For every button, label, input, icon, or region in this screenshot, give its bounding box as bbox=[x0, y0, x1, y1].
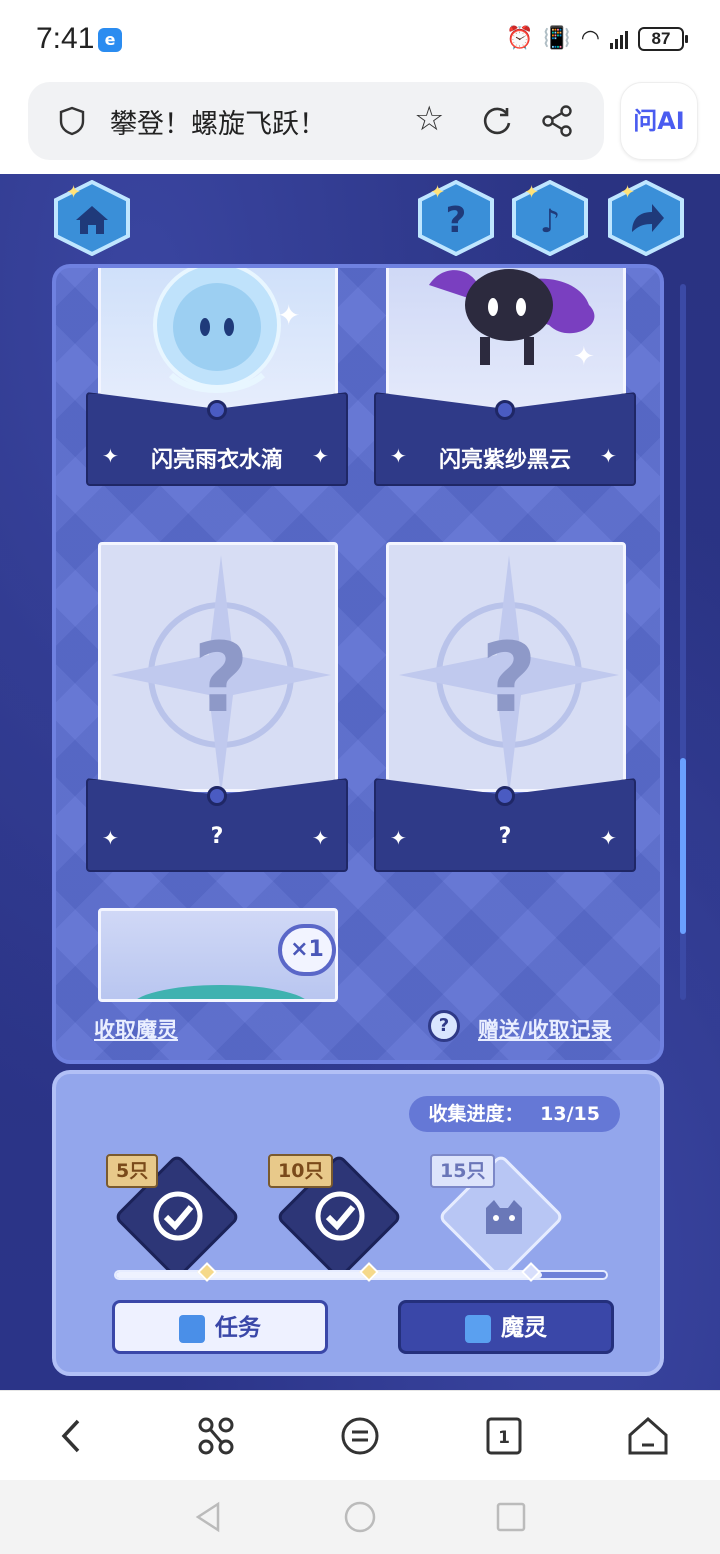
card-dot bbox=[495, 400, 515, 420]
browser-toolbar: 1 bbox=[0, 1390, 720, 1480]
status-time: 7:41 bbox=[36, 22, 95, 55]
game-viewport: ✦ ? ✦ ♪ ✦ ✦ ✦ ✦ ✦ 闪亮雨衣水滴 ✦ ✦ ✦ 闪亮紫纱黑云 ? … bbox=[0, 174, 720, 1390]
gift-record-link[interactable]: 赠送/收取记录 bbox=[478, 1014, 612, 1044]
status-bar: 7:41 e ⏰ 📳 ◠ 87 bbox=[0, 0, 720, 80]
reload-icon[interactable] bbox=[480, 104, 514, 138]
task-doc-icon bbox=[179, 1314, 205, 1343]
progress-badge: 收集进度： 13/15 bbox=[408, 1096, 620, 1132]
progress-label: 收集进度： bbox=[428, 1103, 524, 1125]
home-button[interactable]: ✦ bbox=[52, 179, 132, 257]
spirit-button-label: 魔灵 bbox=[501, 1315, 547, 1341]
music-button[interactable]: ♪ ✦ bbox=[510, 179, 590, 257]
check-icon bbox=[153, 1191, 203, 1241]
svg-text:✦: ✦ bbox=[524, 182, 539, 203]
system-navigation-bar bbox=[0, 1480, 720, 1554]
collection-panel: ✦ ✦ ✦ 闪亮雨衣水滴 ✦ ✦ ✦ 闪亮紫纱黑云 ? ✦ ✦ ? ? ✦ ✦ … bbox=[52, 264, 664, 1064]
collect-spirit-link[interactable]: 收取魔灵 bbox=[94, 1014, 178, 1044]
signal-icon bbox=[610, 29, 628, 49]
svg-text:✦: ✦ bbox=[620, 182, 635, 203]
system-back-icon[interactable] bbox=[192, 1500, 226, 1534]
wifi-icon: ◠ bbox=[580, 26, 600, 51]
svg-text:✦: ✦ bbox=[430, 182, 445, 203]
svg-text:1: 1 bbox=[498, 1428, 510, 1448]
cat-reward-icon bbox=[486, 1200, 522, 1234]
status-icons: ⏰ 📳 ◠ 87 bbox=[505, 26, 688, 51]
locked-spirit-card[interactable]: ? ✦ ✦ ? bbox=[86, 542, 348, 878]
card-name: ? bbox=[210, 824, 224, 849]
shield-icon bbox=[59, 106, 85, 136]
task-button-label: 任务 bbox=[215, 1315, 261, 1341]
card-dot bbox=[495, 786, 515, 806]
home-icon: ✦ bbox=[54, 179, 130, 257]
card-name: 闪亮紫纱黑云 bbox=[438, 448, 571, 473]
milestone[interactable]: 10只 bbox=[268, 1153, 403, 1281]
tabs-icon[interactable]: 1 bbox=[480, 1413, 528, 1459]
svg-text:✦: ✦ bbox=[573, 342, 595, 372]
count-badge: ×1 bbox=[278, 924, 336, 976]
milestone[interactable]: 15只 bbox=[430, 1153, 565, 1281]
system-home-icon[interactable] bbox=[343, 1500, 377, 1534]
home-nav-icon[interactable] bbox=[624, 1413, 672, 1459]
spirit-button[interactable]: 魔灵 bbox=[398, 1300, 614, 1354]
card-art: ? bbox=[98, 542, 338, 792]
svg-text:♪: ♪ bbox=[540, 202, 560, 240]
music-note-icon: ♪ ✦ bbox=[512, 179, 588, 257]
vibrate-icon: 📳 bbox=[543, 26, 571, 51]
bookmark-star-icon[interactable]: ☆ bbox=[414, 102, 444, 136]
milestone-label: 15只 bbox=[430, 1154, 496, 1188]
share-arrow-icon: ✦ bbox=[608, 179, 684, 257]
question-icon: ? ✦ bbox=[418, 179, 494, 257]
help-circle-icon[interactable]: ? bbox=[428, 1010, 460, 1042]
help-button[interactable]: ? ✦ bbox=[416, 179, 496, 257]
scrollbar-thumb[interactable] bbox=[680, 758, 686, 934]
card-dot bbox=[207, 786, 227, 806]
question-placeholder-image: ? bbox=[399, 555, 619, 789]
task-button[interactable]: 任务 bbox=[112, 1300, 328, 1354]
card-name: ? bbox=[498, 824, 512, 849]
partial-spirit-card[interactable]: ×1 bbox=[86, 908, 348, 1002]
progress-panel: 收集进度： 13/15 5只 10只 15只 任务 魔灵 bbox=[52, 1070, 664, 1376]
card-art: ? bbox=[386, 542, 626, 792]
menu-icon[interactable] bbox=[336, 1413, 384, 1459]
system-recents-icon[interactable] bbox=[494, 1500, 528, 1534]
check-icon bbox=[315, 1191, 365, 1241]
card-name: 闪亮雨衣水滴 bbox=[150, 448, 283, 473]
app-notification-icon: e bbox=[98, 28, 122, 52]
page-title: 攀登！螺旋飞跃！ bbox=[110, 109, 326, 140]
locked-spirit-card[interactable]: ? ✦ ✦ ? bbox=[374, 542, 636, 878]
svg-text:?: ? bbox=[481, 622, 537, 734]
question-placeholder-image: ? bbox=[111, 555, 331, 789]
svg-text:✦: ✦ bbox=[66, 182, 81, 203]
milestone-label: 10只 bbox=[268, 1154, 334, 1188]
milestone[interactable]: 5只 bbox=[106, 1153, 241, 1281]
svg-text:✦: ✦ bbox=[277, 299, 300, 332]
card-dot bbox=[207, 400, 227, 420]
progress-track bbox=[114, 1262, 608, 1282]
share-icon[interactable] bbox=[540, 104, 574, 138]
folder-icon bbox=[465, 1314, 491, 1343]
svg-text:?: ? bbox=[193, 622, 249, 734]
apps-icon[interactable] bbox=[192, 1413, 240, 1459]
share-game-button[interactable]: ✦ bbox=[606, 179, 686, 257]
spirit-card[interactable]: ✦ ✦ ✦ 闪亮紫纱黑云 bbox=[374, 268, 636, 506]
back-icon[interactable] bbox=[48, 1413, 96, 1459]
links-row: 收取魔灵 ? 赠送/收取记录 bbox=[94, 1010, 624, 1048]
spirit-card[interactable]: ✦ ✦ ✦ 闪亮雨衣水滴 bbox=[86, 268, 348, 506]
ask-ai-button[interactable]: 问AI bbox=[620, 82, 698, 160]
alarm-icon: ⏰ bbox=[505, 26, 534, 51]
battery-icon: 87 bbox=[638, 26, 688, 51]
progress-fill bbox=[116, 1272, 543, 1278]
address-bar[interactable]: 攀登！螺旋飞跃！ ☆ bbox=[28, 82, 604, 160]
progress-value: 13/15 bbox=[540, 1103, 600, 1125]
milestone-label: 5只 bbox=[106, 1154, 159, 1188]
svg-text:?: ? bbox=[446, 200, 467, 241]
